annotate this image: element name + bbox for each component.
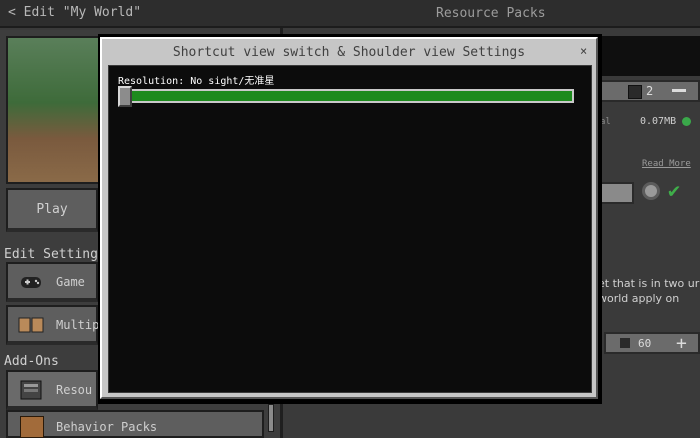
modal-content: Resolution: No sight/无准星	[108, 65, 592, 393]
checkmark-icon[interactable]: ✔	[668, 180, 680, 200]
play-button[interactable]: Play	[6, 188, 98, 232]
back-button[interactable]: < Edit "My World"	[8, 5, 141, 20]
resource-pack-icon	[20, 380, 42, 400]
pack-size: 0.07MB	[640, 116, 677, 127]
pack-dropdown[interactable]	[598, 182, 634, 204]
resolution-slider-handle[interactable]	[118, 86, 132, 107]
behavior-pack-icon	[20, 416, 44, 438]
pack-count: 2	[646, 84, 654, 98]
status-dot-icon	[682, 117, 691, 126]
multiplayer-icon	[18, 317, 44, 333]
modal-title: Shortcut view switch & Shoulder view Set…	[172, 45, 526, 60]
grid-icon	[628, 85, 642, 99]
global-pack-count: 60	[638, 337, 652, 350]
plus-icon[interactable]: +	[676, 333, 687, 354]
multiplayer-settings-button[interactable]: Multipl	[6, 305, 107, 345]
resolution-label: Resolution: No sight/无准星	[118, 76, 275, 87]
behavior-packs-label: Behavior Packs	[56, 420, 158, 434]
pack-stack-icon	[620, 338, 630, 348]
settings-modal: Shortcut view switch & Shoulder view Set…	[100, 37, 598, 399]
pack-preview	[598, 36, 700, 76]
read-more-link[interactable]: Read More	[642, 159, 691, 169]
resource-packs-label: Resou	[56, 383, 93, 397]
close-button[interactable]: ×	[580, 44, 587, 58]
pack-description: et that is in two ur world apply on	[598, 277, 700, 305]
scrollbar-thumb[interactable]	[268, 404, 274, 432]
addons-heading: Add-Ons	[4, 354, 59, 369]
pack-count-row: 2	[598, 80, 700, 102]
global-pack-row: 60 +	[604, 332, 700, 354]
gear-icon[interactable]	[642, 182, 660, 200]
resolution-slider-track[interactable]	[123, 89, 574, 103]
game-settings-button[interactable]: Game	[6, 262, 98, 302]
controller-icon	[21, 277, 41, 288]
resource-packs-title: Resource Packs	[436, 6, 546, 21]
behavior-packs-button[interactable]: Behavior Packs	[6, 410, 264, 438]
resource-packs-button[interactable]: Resou	[6, 370, 98, 410]
minus-icon[interactable]	[672, 89, 686, 92]
edit-settings-heading: Edit Settings	[4, 247, 106, 262]
world-thumbnail	[6, 36, 102, 184]
game-settings-label: Game	[56, 275, 85, 289]
